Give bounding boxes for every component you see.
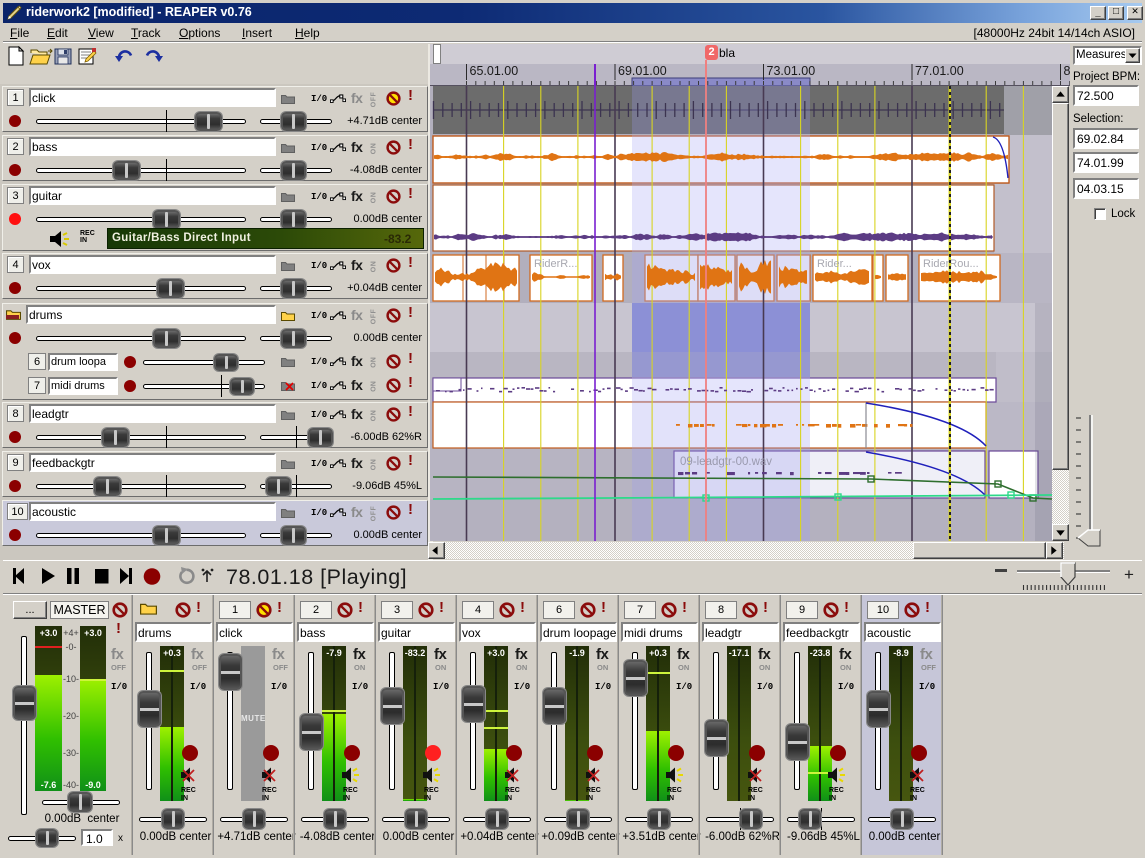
svg-text:Rider...: Rider...	[817, 258, 852, 270]
svg-text:65.01.00: 65.01.00	[470, 64, 519, 78]
svg-text:09-leadgtr-00.wav: 09-leadgtr-00.wav	[680, 456, 772, 468]
svg-text:RiderR...: RiderR...	[534, 258, 577, 270]
svg-text:73.01.00: 73.01.00	[767, 64, 816, 78]
svg-text:69.01.00: 69.01.00	[618, 64, 667, 78]
svg-text:77.01.00: 77.01.00	[915, 64, 964, 78]
